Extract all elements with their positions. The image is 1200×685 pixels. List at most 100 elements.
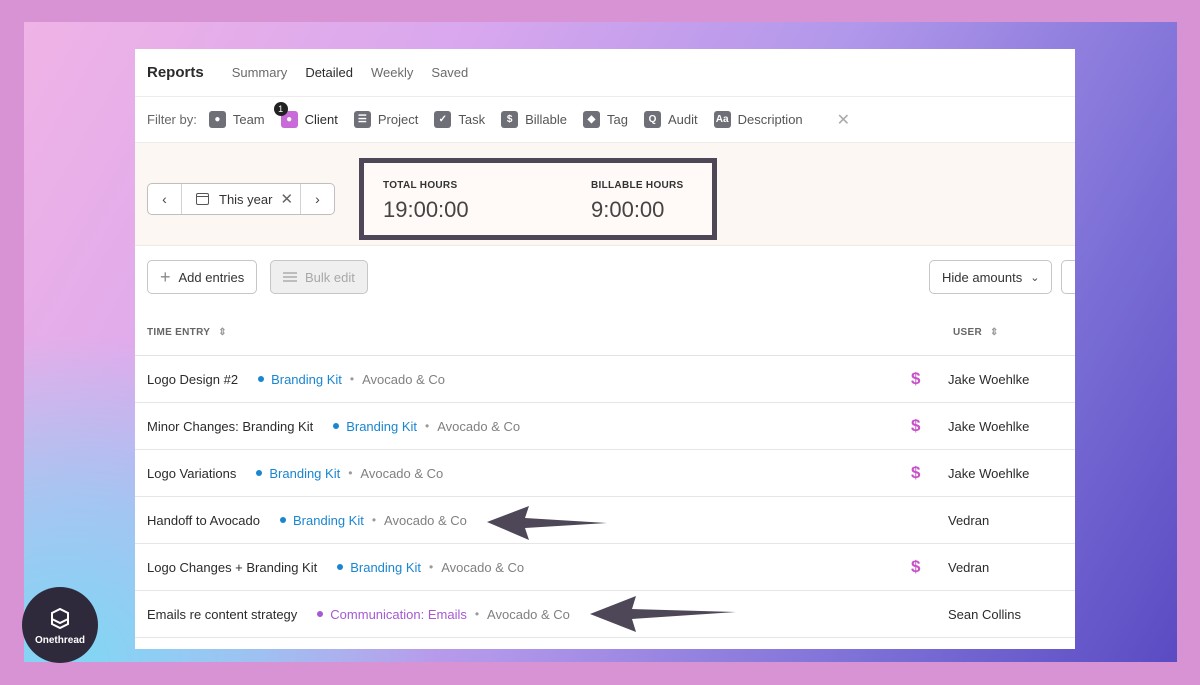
filter-description[interactable]: Aa Description (713, 111, 803, 128)
entry-project-label: Branding Kit (346, 418, 418, 434)
entry-title: Handoff to Avocado (147, 512, 261, 528)
filter-tag-label: Tag (607, 112, 628, 127)
entry-title: Logo Variations (147, 465, 237, 481)
project-dot-icon (280, 517, 287, 523)
entry-user: Jake Woehlke (948, 371, 1030, 387)
page-title: Reports (147, 64, 204, 81)
billable-dollar-icon[interactable]: $ (911, 557, 920, 577)
project-icon: ☰ (353, 111, 371, 128)
entry-project-label: Communication: Emails (330, 606, 467, 622)
table-row[interactable]: Logo Design #2 Branding Kit • Avocado & Co $… (135, 356, 1075, 403)
filter-bar: Filter by: ● Team 1 ● Client ☰ Project ✓… (135, 97, 1075, 143)
clear-date-icon[interactable]: ✕ (280, 190, 293, 208)
filter-tag[interactable]: ◆ Tag (583, 111, 628, 128)
filter-project[interactable]: ☰ Project (353, 111, 418, 128)
filter-billable[interactable]: $ Billable (501, 111, 567, 128)
plus-icon: + (160, 266, 171, 287)
summary-band: ‹ This year ✕ › TOTAL HOURS 19:00:00 BIL… (135, 143, 1075, 246)
billable-dollar-icon[interactable]: $ (911, 463, 920, 483)
entry-project[interactable]: Branding Kit (256, 466, 340, 481)
entry-project-label: Branding Kit (293, 512, 364, 528)
table-row[interactable]: Minor Changes: Branding Kit Branding Kit •… (135, 403, 1075, 450)
hide-amounts-label: Hide amounts (942, 269, 1023, 285)
chevron-down-icon: ⌄ (1030, 271, 1040, 284)
entry-user: Jake Woehlke (948, 465, 1030, 481)
filter-client[interactable]: 1 ● Client (273, 102, 338, 128)
brand-logo: Onethread (22, 587, 98, 663)
report-tabs: Reports Summary Detailed Weekly Saved (135, 49, 1075, 97)
date-range-field[interactable]: This year ✕ (182, 190, 300, 208)
table-row[interactable]: Logo Changes + Branding Kit Branding Kit •… (135, 544, 1075, 591)
separator-dot: • (425, 419, 430, 433)
entry-client: Avocado & Co (487, 606, 570, 622)
billable-dollar-icon[interactable]: $ (911, 416, 920, 436)
entry-title: Emails re content strategy (147, 606, 298, 622)
date-range-picker: ‹ This year ✕ › (147, 183, 335, 215)
entry-client: Avocado & Co (437, 418, 521, 434)
col-user[interactable]: USER ⇕ (953, 327, 999, 338)
entry-project[interactable]: Communication: Emails (317, 607, 467, 622)
entry-project[interactable]: Branding Kit (258, 372, 342, 387)
tab-summary[interactable]: Summary (232, 65, 288, 80)
hide-amounts-dropdown[interactable]: Hide amounts ⌄ (929, 260, 1053, 294)
entry-project-label: Branding Kit (271, 371, 342, 387)
filter-count-badge: 1 (273, 102, 288, 116)
entry-description: Minor Changes: Branding Kit Branding Kit •… (147, 419, 520, 434)
bulk-edit-button[interactable]: Bulk edit (270, 260, 368, 294)
col-time-entry[interactable]: TIME ENTRY ⇕ (147, 327, 227, 338)
entry-title: Minor Changes: Branding Kit (147, 418, 314, 434)
filter-description-label: Description (737, 112, 803, 127)
team-icon: ● (208, 111, 226, 128)
billable-dollar-icon[interactable]: $ (911, 369, 920, 389)
separator-dot: • (371, 513, 377, 527)
filter-audit-label: Audit (667, 112, 698, 127)
tab-detailed[interactable]: Detailed (305, 65, 353, 80)
table-row[interactable]: Logo Variations Branding Kit • Avocado & Co… (135, 450, 1075, 497)
billable-hours-value: 9:00:00 (591, 197, 665, 222)
settings-button[interactable] (1061, 260, 1075, 294)
next-period-button[interactable]: › (300, 184, 334, 214)
entry-project[interactable]: Branding Kit (333, 419, 417, 434)
entry-user: Vedran (948, 512, 990, 528)
col-user-label: USER (953, 327, 982, 338)
filter-team[interactable]: ● Team (208, 111, 265, 128)
filter-label: Filter by: (147, 112, 197, 127)
filter-team-label: Team (232, 112, 265, 127)
reports-panel: Reports Summary Detailed Weekly Saved Fi… (135, 49, 1075, 649)
total-hours-label: TOTAL HOURS (383, 180, 458, 191)
billable-hours-label: BILLABLE HOURS (591, 180, 684, 191)
entry-user: Jake Woehlke (948, 418, 1030, 434)
entry-client: Avocado & Co (362, 371, 445, 387)
entry-client: Avocado & Co (360, 465, 444, 481)
entry-title: Logo Design #2 (147, 371, 239, 387)
filter-billable-label: Billable (525, 112, 568, 127)
table-header: TIME ENTRY ⇕ USER ⇕ (135, 310, 1075, 356)
entry-user: Sean Collins (948, 606, 1021, 622)
separator-dot: • (474, 607, 480, 621)
prev-period-button[interactable]: ‹ (148, 184, 182, 214)
totals-box: TOTAL HOURS 19:00:00 BILLABLE HOURS 9:00… (359, 158, 717, 240)
list-icon (283, 272, 297, 282)
tab-weekly[interactable]: Weekly (371, 65, 413, 80)
entry-description: Handoff to Avocado Branding Kit • Avocado &… (147, 513, 467, 528)
entry-project[interactable]: Branding Kit (337, 560, 421, 575)
project-dot-icon (317, 611, 324, 617)
filter-audit[interactable]: Q Audit (643, 111, 698, 128)
entry-project[interactable]: Branding Kit (280, 513, 364, 528)
billable-icon: $ (501, 111, 519, 128)
brand-name: Onethread (34, 634, 85, 646)
billable-hours: BILLABLE HOURS 9:00:00 (591, 180, 684, 223)
total-hours: TOTAL HOURS 19:00:00 (383, 180, 469, 223)
add-entries-button[interactable]: + Add entries (147, 260, 258, 294)
separator-dot: • (429, 560, 434, 574)
separator-dot: • (348, 466, 353, 480)
project-dot-icon (256, 470, 263, 476)
bulk-edit-label: Bulk edit (305, 269, 355, 285)
logo-icon (51, 607, 69, 629)
entry-client: Avocado & Co (441, 559, 525, 575)
filter-task[interactable]: ✓ Task (434, 111, 485, 128)
clear-filters-icon[interactable]: ✕ (837, 110, 850, 130)
tag-icon: ◆ (583, 111, 601, 128)
tab-saved[interactable]: Saved (431, 65, 468, 80)
calendar-icon (196, 193, 209, 205)
